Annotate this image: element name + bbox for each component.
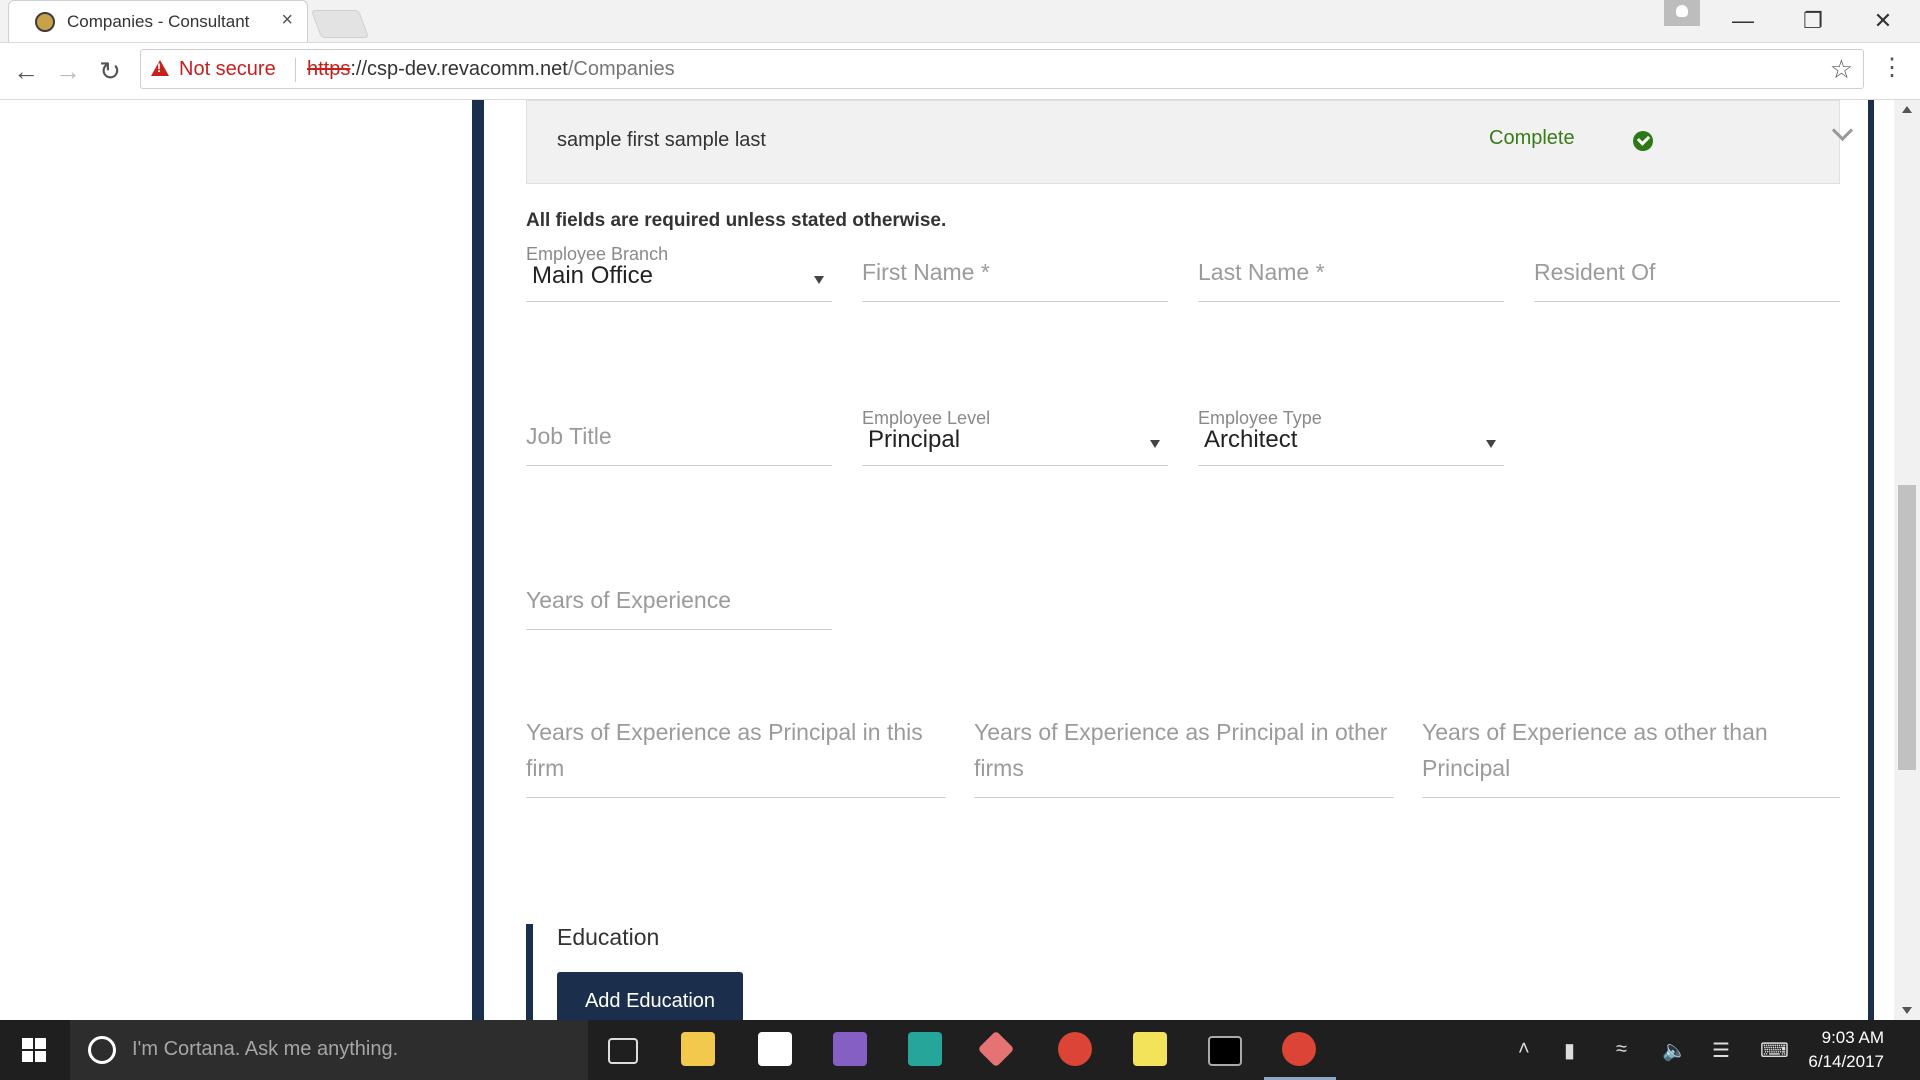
employee-branch-value: Main Office xyxy=(532,262,653,289)
tab-strip: Companies - Consultant × — ❐ ✕ xyxy=(0,0,1920,43)
keyboard-icon[interactable]: ⌨ xyxy=(1760,1038,1789,1063)
employee-accordion-header[interactable]: sample first sample last Complete xyxy=(526,100,1854,184)
page-left-blank xyxy=(0,100,472,1020)
employee-name: sample first sample last xyxy=(557,129,766,151)
years-principal-other-firms-field[interactable]: Years of Experience as Principal in othe… xyxy=(974,714,1394,798)
task-view-icon[interactable] xyxy=(608,1038,638,1064)
first-name-placeholder: First Name * xyxy=(862,259,990,285)
clock-time[interactable]: 9:03 AM xyxy=(1822,1028,1884,1048)
years-principal-other-firms-placeholder: Years of Experience as Principal in othe… xyxy=(974,719,1388,781)
employee-type-value: Architect xyxy=(1204,426,1298,453)
site-favicon-icon xyxy=(35,12,55,32)
file-explorer-icon[interactable] xyxy=(681,1032,715,1066)
education-title: Education xyxy=(557,924,660,950)
employee-level-select[interactable]: Employee Level Principal xyxy=(862,408,1168,466)
scroll-up-arrow-icon[interactable] xyxy=(1902,106,1912,113)
windows-taskbar: I'm Cortana. Ask me anything. ˄ ▮ ≈ 🔈 ☰ … xyxy=(0,1020,1920,1080)
last-name-field[interactable]: Last Name * xyxy=(1198,244,1504,302)
dropdown-arrow-icon xyxy=(1486,440,1496,448)
employee-branch-select[interactable]: Employee Branch Main Office xyxy=(526,244,832,302)
employee-level-value: Principal xyxy=(868,426,961,453)
minimize-icon[interactable]: — xyxy=(1718,4,1768,38)
close-window-icon[interactable]: ✕ xyxy=(1858,4,1908,38)
add-education-button[interactable]: Add Education xyxy=(557,972,743,1020)
terminal-icon[interactable] xyxy=(1208,1036,1242,1066)
years-other-than-principal-placeholder: Years of Experience as other than Princi… xyxy=(1422,719,1768,781)
windows-start-icon[interactable] xyxy=(22,1038,46,1062)
last-name-placeholder: Last Name * xyxy=(1198,259,1325,285)
omnibox-separator xyxy=(295,58,296,82)
browser-toolbar: ← → ↻ Not secure https://csp-dev.revacom… xyxy=(0,43,1920,100)
check-circle-icon xyxy=(1633,131,1653,151)
years-other-than-principal-field[interactable]: Years of Experience as other than Princi… xyxy=(1422,714,1840,798)
job-title-field[interactable]: Job Title xyxy=(526,408,832,466)
bookmark-star-icon[interactable]: ☆ xyxy=(1830,54,1853,85)
chrome-active-icon[interactable] xyxy=(1282,1032,1316,1066)
address-bar[interactable]: Not secure https://csp-dev.revacomm.net/… xyxy=(140,49,1864,89)
browser-tab[interactable]: Companies - Consultant × xyxy=(8,0,308,42)
tab-close-icon[interactable]: × xyxy=(281,9,293,32)
battery-icon[interactable]: ▮ xyxy=(1564,1038,1575,1063)
url-text[interactable]: https://csp-dev.revacomm.net/Companies xyxy=(307,58,675,81)
tab-title: Companies - Consultant xyxy=(67,12,250,31)
years-experience-field[interactable]: Years of Experience xyxy=(526,572,832,630)
clock-date[interactable]: 6/14/2017 xyxy=(1808,1052,1884,1072)
wifi-icon[interactable]: ≈ xyxy=(1616,1038,1627,1061)
scroll-down-arrow-icon[interactable] xyxy=(1902,1007,1912,1014)
forward-arrow-icon[interactable]: → xyxy=(52,55,84,87)
new-tab-button[interactable] xyxy=(310,10,370,38)
browser-menu-icon[interactable]: ⋮ xyxy=(1880,53,1904,82)
store-icon[interactable] xyxy=(758,1032,792,1066)
years-principal-this-firm-placeholder: Years of Experience as Principal in this… xyxy=(526,719,923,781)
slack-icon[interactable] xyxy=(908,1032,942,1066)
required-note: All fields are required unless stated ot… xyxy=(526,210,947,231)
notifications-icon[interactable]: ☰ xyxy=(1712,1038,1730,1063)
url-host: ://csp-dev.revacomm.net xyxy=(350,58,568,80)
warning-icon xyxy=(151,60,169,76)
job-title-placeholder: Job Title xyxy=(526,423,612,449)
volume-muted-icon[interactable]: 🔈 xyxy=(1662,1038,1687,1063)
first-name-field[interactable]: First Name * xyxy=(862,244,1168,302)
url-path: /Companies xyxy=(567,58,675,80)
chevron-down-icon[interactable] xyxy=(1831,119,1854,142)
restore-icon[interactable]: ❐ xyxy=(1788,4,1838,38)
page-scrollbar[interactable] xyxy=(1894,100,1920,1020)
status-label: Complete xyxy=(1489,127,1575,149)
scroll-thumb[interactable] xyxy=(1898,485,1916,770)
cortana-icon xyxy=(88,1036,116,1064)
employee-form-panel: sample first sample last Complete All fi… xyxy=(484,100,1868,1020)
profile-icon[interactable] xyxy=(1664,0,1700,26)
chrome-icon[interactable] xyxy=(1058,1032,1092,1066)
resident-of-field[interactable]: Resident Of xyxy=(1534,244,1840,302)
cortana-placeholder: I'm Cortana. Ask me anything. xyxy=(132,1038,399,1060)
sourcetree-icon[interactable] xyxy=(977,1030,1015,1068)
security-label[interactable]: Not secure xyxy=(179,58,276,81)
sticky-notes-icon[interactable] xyxy=(1133,1032,1167,1066)
cortana-search-box[interactable]: I'm Cortana. Ask me anything. xyxy=(70,1020,588,1080)
reload-icon[interactable]: ↻ xyxy=(94,55,126,87)
dropdown-arrow-icon xyxy=(1150,440,1160,448)
back-arrow-icon[interactable]: ← xyxy=(10,55,42,87)
url-scheme: https xyxy=(307,58,351,80)
dropdown-arrow-icon xyxy=(814,276,824,284)
years-principal-this-firm-field[interactable]: Years of Experience as Principal in this… xyxy=(526,714,946,798)
tray-chevron-up-icon[interactable]: ˄ xyxy=(1518,1038,1530,1061)
years-experience-placeholder: Years of Experience xyxy=(526,587,732,613)
resident-of-placeholder: Resident Of xyxy=(1534,259,1656,285)
education-section: Education Add Education xyxy=(526,924,1033,1020)
visual-studio-icon[interactable] xyxy=(833,1032,867,1066)
employee-type-select[interactable]: Employee Type Architect xyxy=(1198,408,1504,466)
